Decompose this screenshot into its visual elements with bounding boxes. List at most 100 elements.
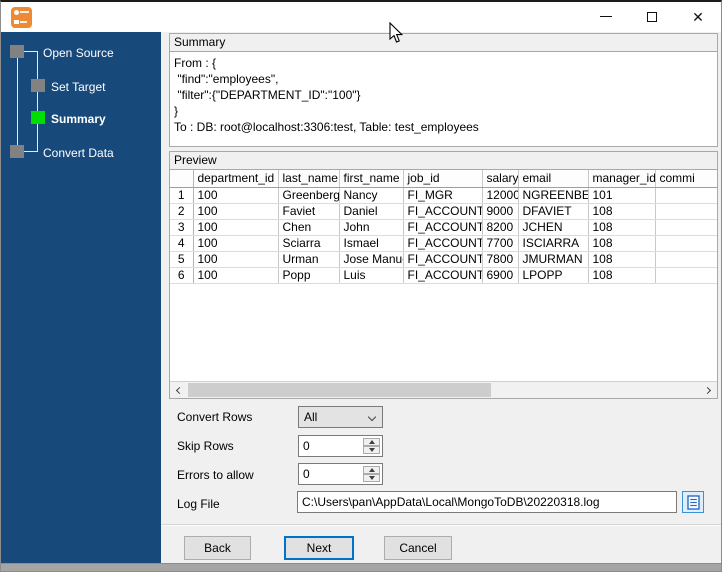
cell: 108 [588,219,656,236]
cell: Sciarra [278,235,340,252]
footer-separator [161,524,721,526]
table-row[interactable]: 5 100 Urman Jose Manuel FI_ACCOUNT 7800 … [170,251,717,268]
column-header[interactable]: commi [655,170,717,188]
sidebar-item-convert-data: Convert Data [43,146,114,160]
sidebar-item-summary: Summary [51,112,106,126]
column-header[interactable]: manager_id [588,170,656,188]
chevron-down-icon [367,412,377,422]
step-marker-set-target [31,79,45,92]
table-row[interactable]: 6 100 Popp Luis FI_ACCOUNT 6900 LPOPP 10… [170,267,717,284]
convert-rows-label: Convert Rows [177,410,253,424]
column-header[interactable]: first_name [339,170,404,188]
row-number: 5 [170,251,194,268]
cell: NGREENBE [518,187,589,204]
skip-rows-label: Skip Rows [177,439,234,453]
grid-header-row: department_id last_name first_name job_i… [170,170,717,188]
open-log-button[interactable] [682,491,704,513]
cancel-button[interactable]: Cancel [384,536,452,560]
spin-down-icon[interactable] [363,474,380,482]
convert-rows-select[interactable]: All [298,406,383,428]
cell: JCHEN [518,219,589,236]
row-number: 2 [170,203,194,220]
cell [655,187,717,204]
cell: 12000 [482,187,519,204]
cell: Greenberg [278,187,340,204]
app-window: ✕ Open Source Set Target Summary Convert… [0,0,722,572]
errors-to-allow-stepper[interactable]: 0 [298,463,383,485]
cell: Chen [278,219,340,236]
grid-corner-cell [170,170,194,188]
scroll-left-icon[interactable] [170,382,187,398]
cell [655,203,717,220]
sidebar-item-open-source: Open Source [43,46,114,60]
summary-line: } [174,104,179,118]
table-row[interactable]: 2 100 Faviet Daniel FI_ACCOUNT 9000 DFAV… [170,203,717,220]
spin-up-icon[interactable] [363,466,380,474]
cell: 108 [588,235,656,252]
cell: Luis [339,267,404,284]
cell: 9000 [482,203,519,220]
cell: 108 [588,203,656,220]
row-number: 4 [170,235,194,252]
cell: ISCIARRA [518,235,589,252]
cell: 6900 [482,267,519,284]
cell: Daniel [339,203,404,220]
errors-to-allow-label: Errors to allow [177,468,254,482]
minimize-icon [600,16,612,17]
spin-up-icon[interactable] [363,438,380,446]
preview-section: Preview department_id last_name first_na… [169,151,718,399]
tree-connector-line [24,151,38,152]
errors-to-allow-value: 0 [303,467,310,481]
row-number: 3 [170,219,194,236]
preview-grid[interactable]: department_id last_name first_name job_i… [170,170,717,381]
log-file-label: Log File [177,497,220,511]
close-button[interactable]: ✕ [675,2,721,31]
spin-down-icon[interactable] [363,446,380,454]
column-header[interactable]: job_id [403,170,483,188]
cell [655,267,717,284]
cell: 100 [193,219,279,236]
column-header[interactable]: last_name [278,170,340,188]
next-button[interactable]: Next [284,536,354,560]
skip-rows-stepper[interactable]: 0 [298,435,383,457]
cell: FI_ACCOUNT [403,203,483,220]
scroll-right-icon[interactable] [700,382,717,398]
cell: FI_ACCOUNT [403,251,483,268]
cell: Faviet [278,203,340,220]
summary-line: From : { [174,56,217,70]
cell: 7800 [482,251,519,268]
summary-section: Summary From : { "find":"employees", "fi… [169,33,718,147]
cell: LPOPP [518,267,589,284]
column-header[interactable]: salary [482,170,519,188]
cell [655,251,717,268]
cell: 100 [193,187,279,204]
cell: 101 [588,187,656,204]
scrollbar-thumb[interactable] [188,383,491,397]
cell: JMURMAN [518,251,589,268]
cell: 7700 [482,235,519,252]
cell: FI_MGR [403,187,483,204]
column-header[interactable]: department_id [193,170,279,188]
horizontal-scrollbar[interactable] [170,381,717,398]
cell [655,219,717,236]
main-panel: Summary From : { "find":"employees", "fi… [161,32,721,565]
column-header[interactable]: email [518,170,589,188]
preview-section-label: Preview [170,152,717,170]
minimize-button[interactable] [583,2,629,31]
table-row[interactable]: 4 100 Sciarra Ismael FI_ACCOUNT 7700 ISC… [170,235,717,252]
row-number: 6 [170,267,194,284]
table-row[interactable]: 1 100 Greenberg Nancy FI_MGR 12000 NGREE… [170,187,717,204]
log-file-input[interactable]: C:\Users\pan\AppData\Local\MongoToDB\202… [297,491,677,513]
document-icon [686,494,700,510]
wizard-sidebar: Open Source Set Target Summary Convert D… [1,32,161,565]
maximize-button[interactable] [629,2,675,31]
sidebar-item-set-target: Set Target [51,80,106,94]
window-bottom-edge [1,563,721,571]
tree-connector-line [17,58,18,145]
cell: DFAVIET [518,203,589,220]
table-row[interactable]: 3 100 Chen John FI_ACCOUNT 8200 JCHEN 10… [170,219,717,236]
back-button[interactable]: Back [184,536,251,560]
maximize-icon [647,11,657,22]
cell: Popp [278,267,340,284]
cell [655,235,717,252]
